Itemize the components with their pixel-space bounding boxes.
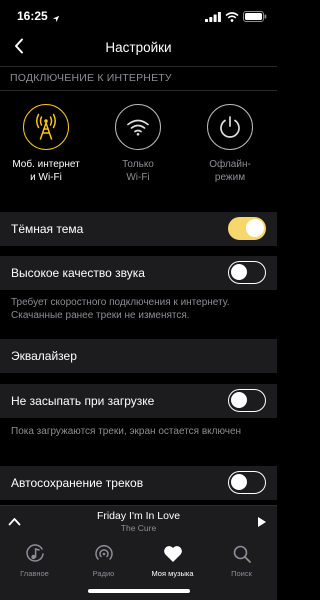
setting-label: Эквалайзер xyxy=(11,349,77,363)
cellular-signal-icon xyxy=(205,9,221,27)
divider xyxy=(0,66,277,67)
connection-option-label: Только Wi-Fi xyxy=(122,159,154,183)
cell-tower-icon xyxy=(23,104,69,150)
setting-row-autosave[interactable]: Автосохранение треков xyxy=(0,466,277,500)
keep-awake-toggle[interactable] xyxy=(228,389,266,412)
setting-label: Высокое качество звука xyxy=(11,266,145,280)
divider xyxy=(0,90,277,91)
heart-icon xyxy=(138,543,207,565)
play-icon[interactable] xyxy=(257,515,267,533)
radio-icon xyxy=(69,543,138,565)
now-playing-title: Friday I'm In Love xyxy=(96,510,181,522)
connection-option-offline[interactable]: Офлайн- режим xyxy=(184,104,276,184)
now-playing-artist: The Cure xyxy=(120,523,157,533)
setting-label: Не засыпать при загрузке xyxy=(11,394,155,408)
power-icon xyxy=(207,104,253,150)
setting-row-keep-awake[interactable]: Не засыпать при загрузке xyxy=(0,384,277,418)
setting-row-high-quality-sound[interactable]: Высокое качество звука xyxy=(0,256,277,290)
connection-option-mobile-wifi[interactable]: Моб. интернет и Wi-Fi xyxy=(0,104,92,184)
dark-theme-toggle[interactable] xyxy=(228,217,266,240)
setting-note-keep-awake: Пока загружаются треки, экран остается в… xyxy=(11,426,242,437)
status-bar: 16:25 xyxy=(0,0,277,32)
setting-label: Автосохранение треков xyxy=(11,476,144,490)
battery-icon xyxy=(243,9,267,27)
wifi-icon xyxy=(115,104,161,150)
high-quality-sound-toggle[interactable] xyxy=(228,261,266,284)
tab-my-music[interactable]: Моя музыка xyxy=(138,543,207,578)
tab-search[interactable]: Поиск xyxy=(207,543,276,578)
tab-radio[interactable]: Радио xyxy=(69,543,138,578)
connection-option-label: Моб. интернет и Wi-Fi xyxy=(12,159,80,183)
now-playing-bar[interactable]: Friday I'm In Love The Cure xyxy=(0,505,277,535)
music-note-icon xyxy=(0,543,69,565)
status-time: 16:25 xyxy=(17,9,48,23)
wifi-icon xyxy=(225,9,239,27)
home-indicator xyxy=(88,589,190,593)
tab-label: Радио xyxy=(92,569,115,578)
tab-label: Поиск xyxy=(231,569,252,578)
section-label-connection: ПОДКЛЮЧЕНИЕ К ИНТЕРНЕТУ xyxy=(10,72,172,84)
setting-label: Тёмная тема xyxy=(11,222,84,236)
tab-label: Моя музыка xyxy=(151,569,194,578)
search-icon xyxy=(207,543,276,565)
page-title: Настройки xyxy=(105,40,172,55)
setting-note-high-quality: Требует скоростного подключения к интерн… xyxy=(11,297,230,321)
setting-row-equalizer[interactable]: Эквалайзер xyxy=(0,339,277,373)
autosave-toggle[interactable] xyxy=(228,471,266,494)
connection-option-label: Офлайн- режим xyxy=(209,159,251,183)
nav-header: Настройки xyxy=(0,32,277,64)
setting-row-dark-theme[interactable]: Тёмная тема xyxy=(0,212,277,246)
tab-home[interactable]: Главное xyxy=(0,543,69,578)
connection-option-wifi-only[interactable]: Только Wi-Fi xyxy=(92,104,184,184)
location-arrow-icon xyxy=(52,10,60,28)
tab-label: Главное xyxy=(20,569,49,578)
status-indicators xyxy=(205,9,267,27)
